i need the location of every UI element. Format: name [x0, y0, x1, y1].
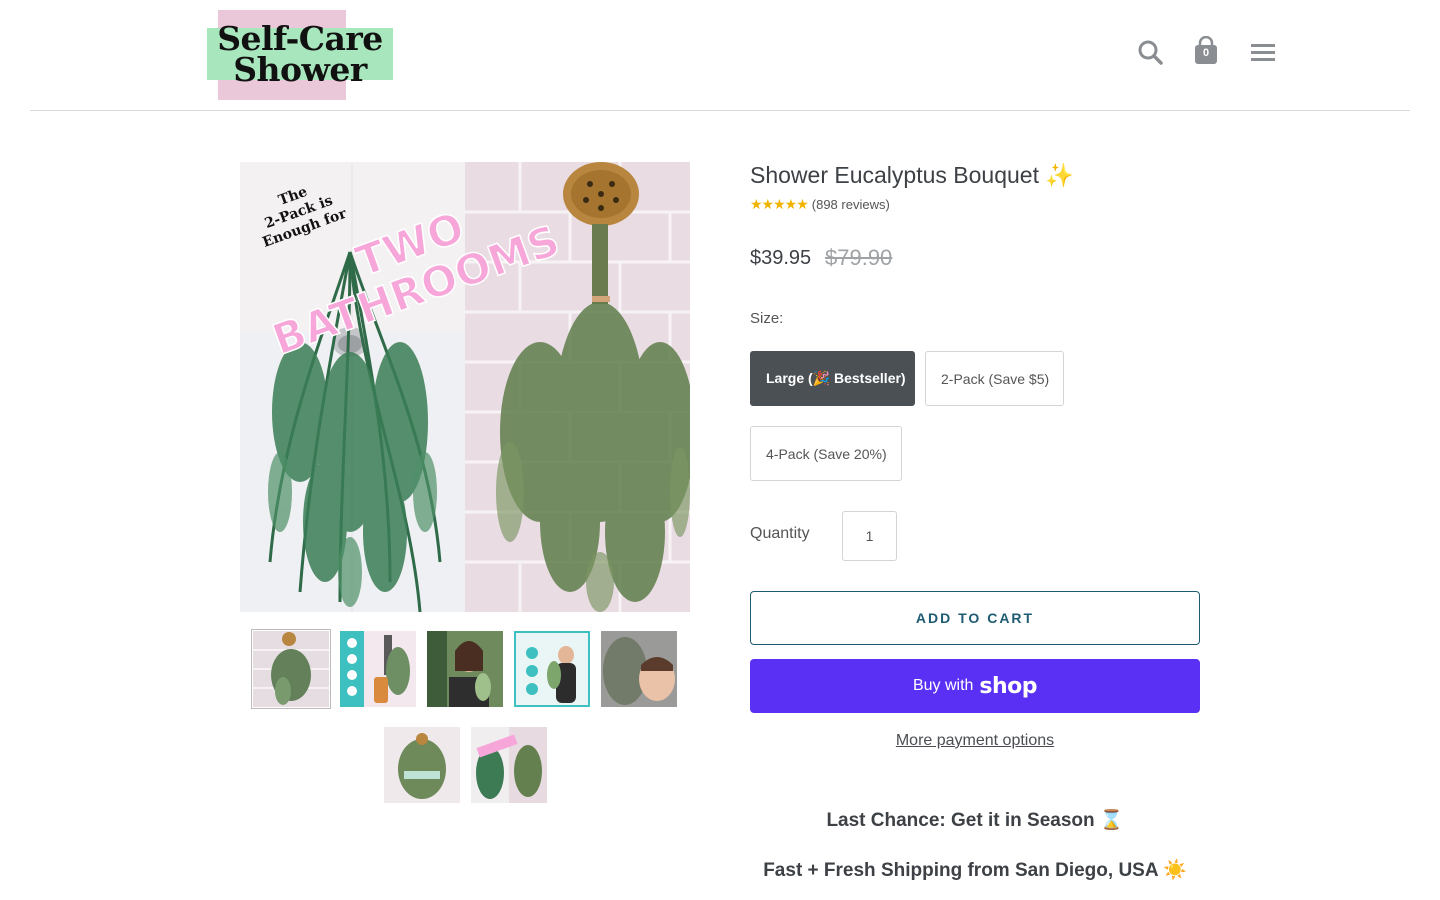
star-rating-icon: ★★★★★: [750, 196, 809, 212]
thumbnail-benefits-infographic[interactable]: [514, 631, 590, 707]
thumbnail-face-close-up[interactable]: [601, 631, 677, 707]
quantity-input[interactable]: [842, 511, 897, 561]
buy-with-shop-pay-button[interactable]: Buy with shop: [750, 659, 1200, 713]
header-divider: [30, 110, 1410, 111]
thumbnail-two-bathrooms-collage[interactable]: [471, 727, 547, 803]
thumbnail-eucalyptus-on-tile[interactable]: [251, 629, 331, 709]
compare-at-price: $79.90: [825, 245, 893, 270]
more-payment-options-link[interactable]: More payment options: [750, 732, 1200, 750]
review-count: (898 reviews): [811, 197, 890, 212]
quantity-label: Quantity: [750, 525, 810, 542]
sale-price: $39.95: [750, 247, 812, 269]
product-rating[interactable]: ★★★★★ (898 reviews): [750, 196, 890, 213]
size-label: Size:: [750, 310, 784, 327]
variant-2-pack-button[interactable]: 2-Pack (Save $5): [925, 351, 1064, 406]
thumbnail-woman-holding-bouquet[interactable]: [427, 631, 503, 707]
add-to-cart-button[interactable]: ADD TO CART: [750, 591, 1200, 645]
cart-count: 0: [1202, 47, 1210, 59]
search-icon[interactable]: [1136, 36, 1166, 68]
thumbnail-bouquet-with-label[interactable]: [384, 727, 460, 803]
shop-pay-logo: shop: [979, 673, 1038, 699]
product-title: Shower Eucalyptus Bouquet ✨: [750, 162, 1074, 188]
variant-large-button[interactable]: Large (🎉 Bestseller): [750, 351, 915, 406]
promo-shipping: Fast + Fresh Shipping from San Diego, US…: [763, 860, 1187, 881]
hamburger-menu-icon[interactable]: [1249, 36, 1279, 68]
cart-icon[interactable]: 0: [1192, 35, 1222, 68]
variant-4-pack-button[interactable]: 4-Pack (Save 20%): [750, 426, 902, 481]
promo-last-chance: Last Chance: Get it in Season ⌛: [826, 810, 1124, 831]
logo-line-2: Shower: [233, 50, 367, 89]
thumbnail-benefits-teal-panel[interactable]: [340, 631, 416, 707]
site-header: Self-Care Shower 0: [0, 0, 1440, 111]
buy-with-label: Buy with: [912, 677, 974, 694]
logo-text: Self-Care Shower: [207, 22, 393, 89]
main-product-image[interactable]: The 2-Pack is Enough for TWO BATHROOMS: [240, 162, 690, 612]
logo[interactable]: Self-Care Shower: [207, 10, 393, 100]
